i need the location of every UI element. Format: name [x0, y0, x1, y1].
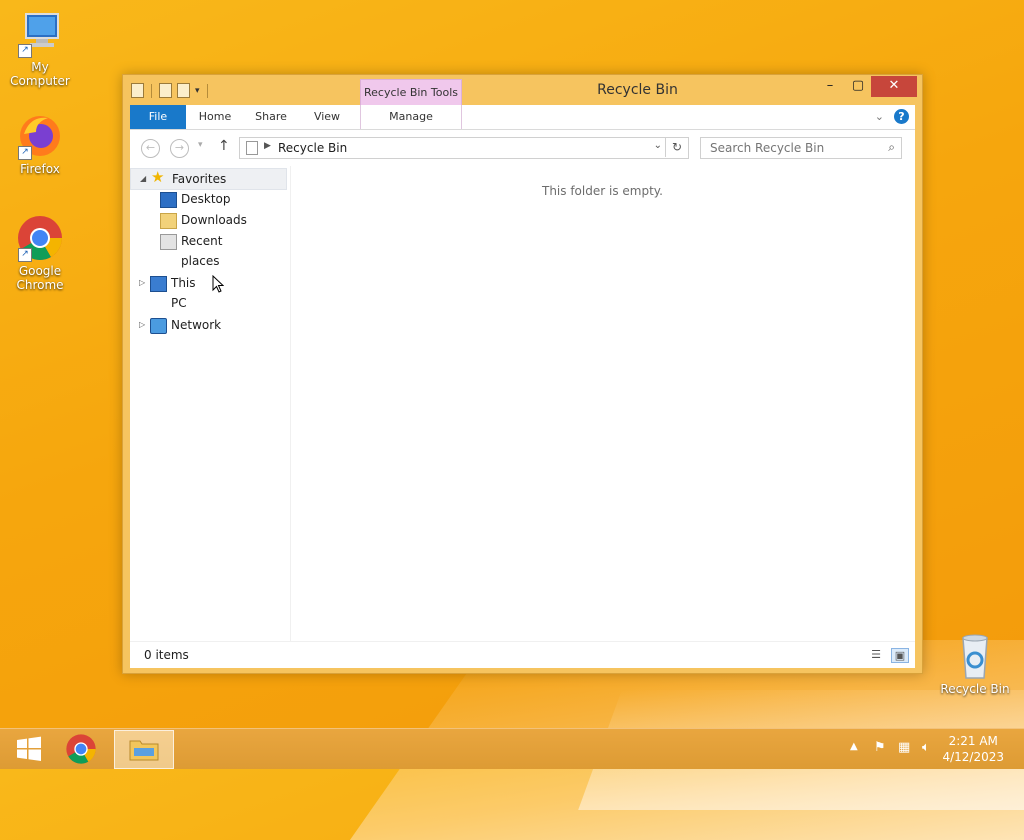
show-hidden-icons-chevron-icon[interactable]: ▲ [850, 741, 858, 752]
address-text: Recycle Bin [278, 141, 348, 155]
star-icon: ★ [151, 168, 165, 186]
tab-home[interactable]: Home [194, 105, 236, 129]
tab-manage[interactable]: Manage [360, 105, 462, 129]
search-box[interactable]: ⌕ [700, 137, 902, 159]
explorer-window: ▾ Recycle Bin Tools Recycle Bin – ▢ ✕ Fi… [122, 74, 923, 674]
computer-icon: ↗ [16, 10, 64, 58]
taskbar-chrome[interactable] [52, 729, 110, 769]
clock-time: 2:21 AM [948, 734, 998, 748]
collapse-arrow-icon[interactable]: ◢ [140, 169, 146, 189]
volume-muted-icon[interactable]: 🔈︎ [922, 740, 930, 755]
chrome-icon [66, 734, 96, 764]
large-icons-view-icon[interactable]: ▣ [891, 648, 909, 663]
status-bar: 0 items ☰ ▣ [130, 641, 915, 668]
desktop-icon-my-computer[interactable]: ↗ My Computer [0, 10, 80, 88]
recent-locations-chevron-icon[interactable]: ▾ [198, 140, 203, 150]
desktop-folder-icon [160, 192, 177, 208]
close-button[interactable]: ✕ [871, 76, 917, 97]
details-view-icon[interactable]: ☰ [868, 648, 884, 661]
shortcut-arrow-icon: ↗ [18, 146, 32, 160]
up-button[interactable]: ↑ [218, 138, 230, 154]
content-area: ◢ ★ Favorites Desktop Downloads Recent p… [130, 166, 915, 641]
nav-item-favorites[interactable]: ◢ ★ Favorites [130, 168, 287, 190]
chevron-right-icon[interactable]: ▶ [264, 141, 271, 151]
window-title: Recycle Bin [597, 82, 678, 98]
mouse-cursor-icon [212, 275, 224, 293]
windows-logo-icon [17, 736, 41, 761]
clock-date: 4/12/2023 [942, 750, 1004, 764]
tab-file[interactable]: File [130, 105, 186, 129]
desktop-icon-label: Firefox [20, 162, 60, 176]
action-center-flag-icon[interactable]: ⚑ [874, 740, 886, 755]
address-dropdown-chevron-icon[interactable]: ⌄ [654, 140, 662, 151]
maximize-button[interactable]: ▢ [843, 76, 873, 97]
help-icon[interactable]: ? [894, 109, 909, 124]
tab-share[interactable]: Share [250, 105, 292, 129]
back-button[interactable]: ← [141, 139, 160, 158]
nav-item-label: Desktop [181, 192, 231, 206]
folder-icon [129, 740, 159, 761]
shortcut-arrow-icon: ↗ [18, 248, 32, 262]
refresh-button[interactable]: ↻ [665, 137, 688, 157]
expand-ribbon-chevron-icon[interactable]: ⌄ [875, 110, 884, 123]
forward-button[interactable]: → [170, 139, 189, 158]
empty-folder-message: This folder is empty. [542, 184, 663, 198]
recycle-bin-small-icon [246, 141, 258, 155]
network-icon [150, 318, 167, 334]
ribbon-tabs: File Home Share View Manage ⌄ ? [130, 105, 915, 130]
desktop-icon-google-chrome[interactable]: ↗ Google Chrome [0, 214, 80, 292]
item-count: 0 items [144, 648, 189, 662]
system-tray: ▲ ⚑ ▦ 🔈︎ 2:21 AM 4/12/2023 [834, 729, 1024, 769]
taskbar-file-explorer[interactable] [114, 730, 174, 769]
tab-view[interactable]: View [306, 105, 348, 129]
chrome-icon: ↗ [16, 214, 64, 262]
firefox-icon: ↗ [16, 112, 64, 160]
nav-item-label: This PC [171, 276, 196, 310]
address-field[interactable]: ▶ Recycle Bin ⌄ [239, 137, 689, 159]
desktop-icon-firefox[interactable]: ↗ Firefox [0, 112, 80, 176]
expand-arrow-icon[interactable]: ▷ [139, 273, 145, 293]
expand-arrow-icon[interactable]: ▷ [139, 315, 145, 335]
minimize-button[interactable]: – [815, 76, 845, 97]
computer-icon [150, 276, 167, 292]
network-status-icon[interactable]: ▦ [898, 740, 910, 755]
nav-item-label: Downloads [181, 213, 247, 227]
navigation-pane: ◢ ★ Favorites Desktop Downloads Recent p… [130, 166, 291, 641]
title-bar[interactable]: ▾ Recycle Bin Tools Recycle Bin – ▢ ✕ [123, 75, 922, 106]
search-icon[interactable]: ⌕ [888, 140, 895, 155]
address-bar-row: ← → ▾ ↑ ▶ Recycle Bin ⌄ ↻ ⌕ [130, 130, 915, 166]
start-button[interactable] [0, 729, 58, 769]
nav-item-label: Recent places [181, 234, 223, 268]
nav-item-label: Favorites [172, 172, 227, 186]
desktop-icon-label: Recycle Bin [940, 682, 1010, 696]
desktop-icon-recycle-bin[interactable]: Recycle Bin [935, 632, 1015, 696]
taskbar: ▲ ⚑ ▦ 🔈︎ 2:21 AM 4/12/2023 [0, 728, 1024, 769]
nav-item-label: Network [171, 318, 222, 332]
downloads-folder-icon [160, 213, 177, 229]
desktop-icon-label: My Computer [10, 60, 70, 88]
search-input[interactable] [708, 140, 882, 156]
desktop-icon-label: Google Chrome [16, 264, 64, 292]
recycle-bin-icon [951, 632, 999, 680]
clock[interactable]: 2:21 AM 4/12/2023 [942, 733, 1004, 765]
recent-places-icon [160, 234, 177, 250]
shortcut-arrow-icon: ↗ [18, 44, 32, 58]
